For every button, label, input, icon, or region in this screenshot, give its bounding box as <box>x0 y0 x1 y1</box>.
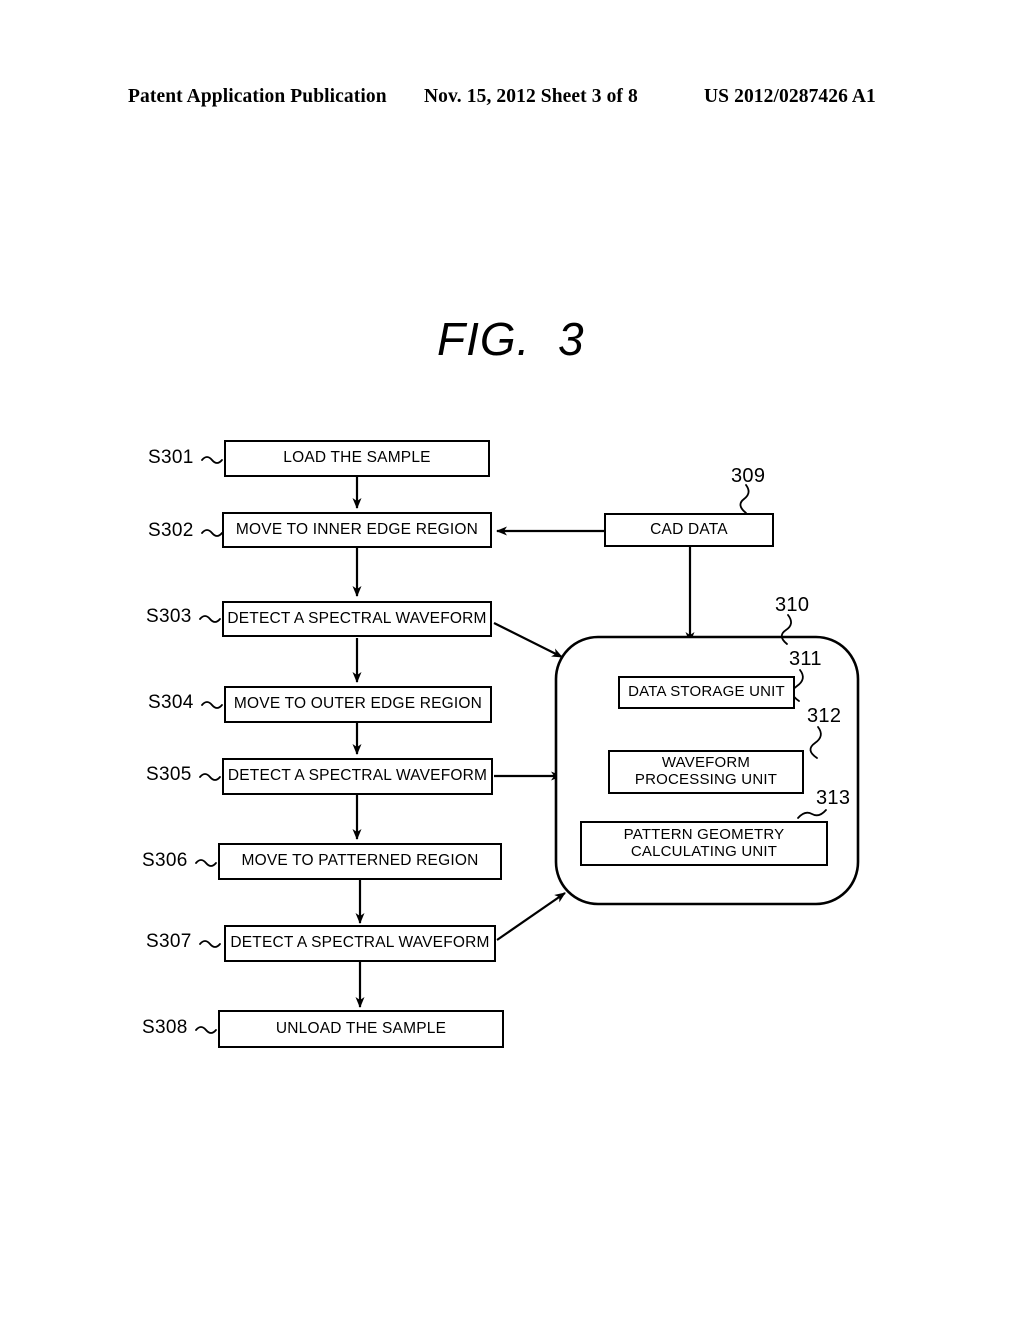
step-label-s301: S301 <box>148 447 194 468</box>
flowchart-connectors <box>195 456 860 1034</box>
flow-node-s305-label: DETECT A SPECTRAL WAVEFORM <box>227 767 488 785</box>
leader-s308 <box>195 1026 217 1034</box>
unit-box-311-label: DATA STORAGE UNIT <box>628 683 785 701</box>
arrow-s303-to-processor <box>493 622 563 658</box>
unit-box-313[interactable]: PATTERN GEOMETRY CALCULATING UNIT <box>580 821 828 866</box>
flow-node-s304-label: MOVE TO OUTER EDGE REGION <box>233 695 483 713</box>
flow-node-s307-label: DETECT A SPECTRAL WAVEFORM <box>230 934 490 952</box>
flow-node-s308[interactable]: UNLOAD THE SAMPLE <box>218 1010 504 1048</box>
flow-node-s302[interactable]: MOVE TO INNER EDGE REGION <box>222 512 492 548</box>
ref-number-312: 312 <box>807 705 842 727</box>
step-label-s302: S302 <box>148 520 194 541</box>
flow-node-s308-label: UNLOAD THE SAMPLE <box>275 1019 447 1037</box>
leader-s304 <box>201 701 223 709</box>
ref-number-311: 311 <box>789 648 822 670</box>
arrow-s307-to-processor <box>496 892 566 941</box>
flow-node-s306-label: MOVE TO PATTERNED REGION <box>241 852 479 870</box>
flow-node-s302-label: MOVE TO INNER EDGE REGION <box>235 520 479 538</box>
ref-number-310: 310 <box>775 594 810 616</box>
step-label-s305: S305 <box>146 764 192 785</box>
leader-ref-309 <box>739 484 750 514</box>
leader-s307 <box>199 940 221 948</box>
step-label-s304: S304 <box>148 692 194 713</box>
cad-data-label: CAD DATA <box>650 520 728 538</box>
flow-node-s306[interactable]: MOVE TO PATTERNED REGION <box>218 843 502 880</box>
step-label-s303: S303 <box>146 606 192 627</box>
step-label-s306: S306 <box>142 850 188 871</box>
unit-box-312[interactable]: WAVEFORM PROCESSING UNIT <box>608 750 804 794</box>
step-label-s307: S307 <box>146 931 192 952</box>
flow-node-s304[interactable]: MOVE TO OUTER EDGE REGION <box>224 686 492 723</box>
unit-box-312-label: WAVEFORM PROCESSING UNIT <box>634 754 778 788</box>
flow-node-s301[interactable]: LOAD THE SAMPLE <box>224 440 490 477</box>
unit-box-313-label: PATTERN GEOMETRY CALCULATING UNIT <box>623 825 785 860</box>
flow-node-s307[interactable]: DETECT A SPECTRAL WAVEFORM <box>224 925 496 962</box>
cad-data-node[interactable]: CAD DATA <box>604 513 774 547</box>
unit-box-311[interactable]: DATA STORAGE UNIT <box>618 676 795 709</box>
flow-node-s303[interactable]: DETECT A SPECTRAL WAVEFORM <box>222 601 492 637</box>
ref-number-309: 309 <box>731 465 766 487</box>
flow-node-s301-label: LOAD THE SAMPLE <box>283 449 431 467</box>
flow-node-s305[interactable]: DETECT A SPECTRAL WAVEFORM <box>222 758 493 795</box>
leader-s303 <box>199 615 221 623</box>
leader-s302 <box>201 529 223 537</box>
flow-node-s303-label: DETECT A SPECTRAL WAVEFORM <box>227 609 487 627</box>
leader-s306 <box>195 859 217 867</box>
ref-number-313: 313 <box>816 787 851 809</box>
step-label-s308: S308 <box>142 1017 188 1038</box>
leader-s305 <box>199 773 221 781</box>
leader-s301 <box>201 456 223 464</box>
